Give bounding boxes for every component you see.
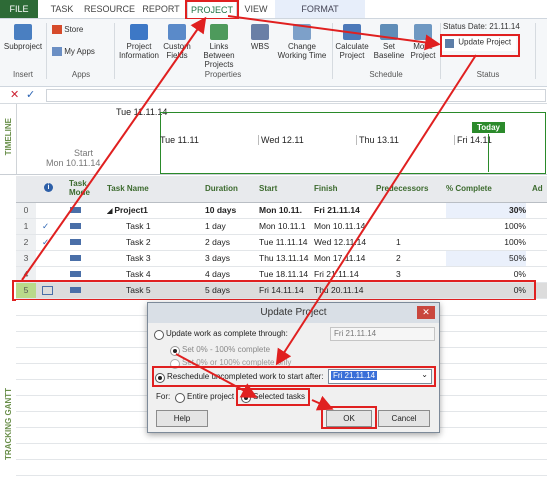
arrow-row-to-tab — [21, 16, 207, 281]
annotation-arrows — [21, 15, 477, 411]
arrow-to-selected-tasks — [175, 353, 258, 398]
arrow-tab-to-update — [227, 15, 441, 51]
arrow-to-ok — [311, 395, 334, 411]
arrow-update-to-dialog — [275, 54, 477, 366]
